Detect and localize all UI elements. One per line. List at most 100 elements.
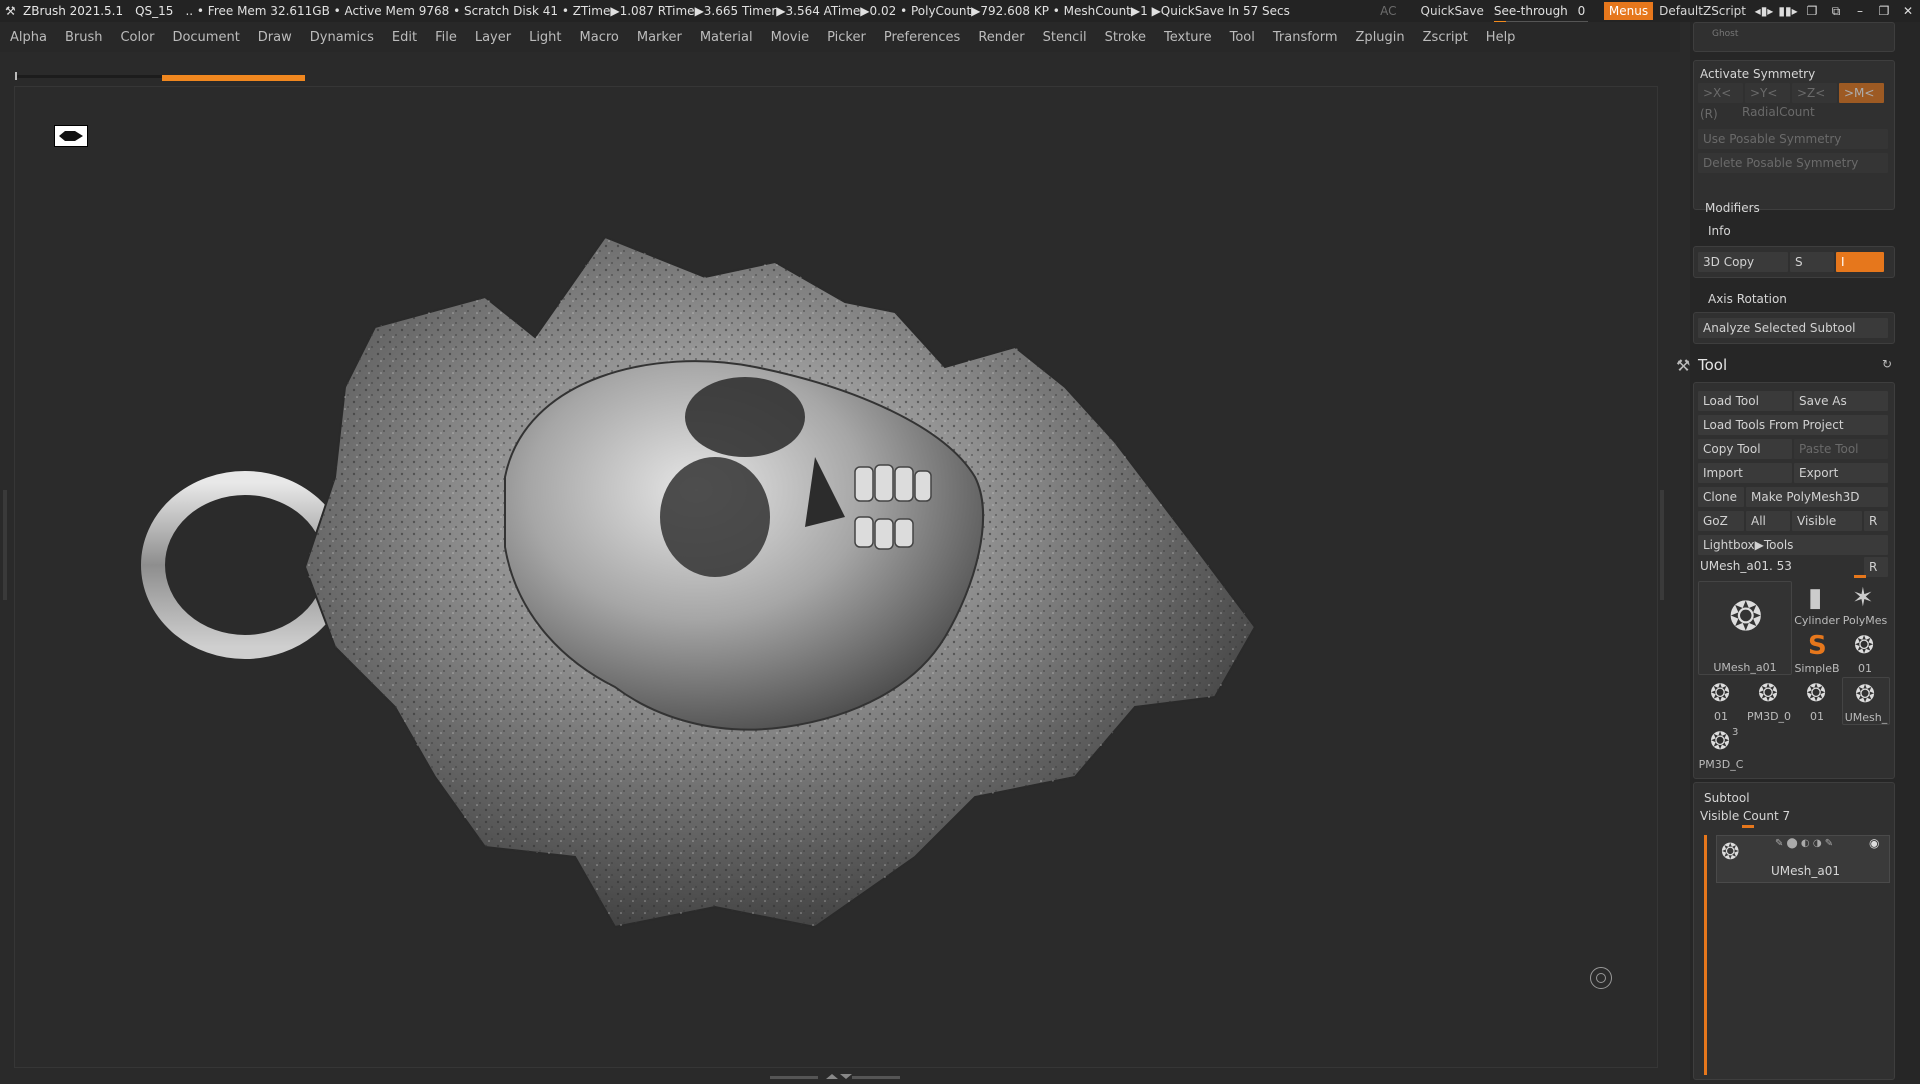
menu-document[interactable]: Document (172, 30, 239, 45)
subtool-options-icons[interactable]: ✎ ⬤ ◐ ◑ ✎ (1775, 838, 1833, 849)
menu-zplugin[interactable]: Zplugin (1356, 30, 1405, 45)
goz-all-button[interactable]: All (1746, 511, 1790, 531)
subtool-header[interactable]: Subtool (1704, 791, 1750, 805)
tool-thumb-pm3d-c-label: PM3D_C (1698, 758, 1744, 771)
tool-thumb-01[interactable]: ❂ 01 (1698, 677, 1744, 723)
tool-thumb-simpleb[interactable]: S SimpleB (1794, 629, 1840, 675)
default-zscript-button[interactable]: DefaultZScript (1659, 4, 1746, 18)
skull-pendant-thumb-icon: ❂ (1729, 594, 1763, 640)
tool-thumb-01b[interactable]: ❂ 01 (1794, 677, 1840, 723)
export-button[interactable]: Export (1794, 463, 1888, 483)
load-tool-button[interactable]: Load Tool (1698, 391, 1792, 411)
skull-pendant-model[interactable] (15, 87, 1657, 1067)
delete-posable-symmetry-button[interactable]: Delete Posable Symmetry (1698, 153, 1888, 173)
menu-dynamics[interactable]: Dynamics (310, 30, 374, 45)
document-canvas[interactable] (14, 86, 1658, 1068)
maximize-icon[interactable]: ❐ (1872, 4, 1896, 18)
menu-color[interactable]: Color (120, 30, 154, 45)
load-tools-from-project-button[interactable]: Load Tools From Project (1698, 415, 1888, 435)
menu-draw[interactable]: Draw (258, 30, 292, 45)
menu-macro[interactable]: Macro (580, 30, 619, 45)
tool-thumb-umesh-b[interactable]: ❂ UMesh_ (1842, 677, 1890, 725)
quicksave-button[interactable]: QuickSave (1421, 4, 1484, 18)
menu-alpha[interactable]: Alpha (10, 30, 47, 45)
title-bar: ⚒ ZBrush 2021.5.1 QS_15 .. • Free Mem 32… (0, 0, 1920, 22)
radial-count-slider[interactable]: RadialCount (1742, 105, 1815, 119)
tool-thumb-polymesh[interactable]: ✶ PolyMes (1842, 581, 1888, 627)
clone-button[interactable]: Clone (1698, 487, 1744, 507)
menu-render[interactable]: Render (978, 30, 1024, 45)
menu-transform[interactable]: Transform (1273, 30, 1338, 45)
tool-thumb-pm3d-c[interactable]: ❂ 3 PM3D_C (1698, 725, 1744, 771)
3d-copy-button[interactable]: 3D Copy (1698, 252, 1788, 272)
see-through-slider[interactable]: See-through 0 (1493, 4, 1588, 22)
menu-help[interactable]: Help (1486, 30, 1516, 45)
tool-thumb-umesh[interactable]: ❂ UMesh_a01 (1698, 581, 1792, 675)
goz-visible-button[interactable]: Visible (1792, 511, 1862, 531)
document-mode-icon[interactable] (54, 125, 88, 147)
tool-thumb-u1[interactable]: ❂ 01 (1842, 629, 1888, 675)
paste-tool-button[interactable]: Paste Tool (1794, 439, 1888, 459)
3d-copy-i-button[interactable]: I (1836, 252, 1884, 272)
activate-symmetry-button[interactable]: Activate Symmetry (1700, 67, 1815, 81)
menus-button[interactable]: Menus (1603, 2, 1654, 20)
menu-picker[interactable]: Picker (827, 30, 866, 45)
tool-pin-icon[interactable]: ⚒ (1676, 356, 1690, 375)
menu-brush[interactable]: Brush (65, 30, 103, 45)
make-polymesh3d-button[interactable]: Make PolyMesh3D (1746, 487, 1888, 507)
symmetry-m-button[interactable]: >M< (1839, 83, 1884, 103)
modifiers-header[interactable]: Modifiers (1705, 201, 1760, 215)
radial-r-toggle[interactable]: (R) (1700, 107, 1718, 121)
menu-material[interactable]: Material (700, 30, 753, 45)
menu-tool[interactable]: Tool (1230, 30, 1255, 45)
left-tray-handle[interactable] (3, 490, 7, 600)
tool-thumb-cylinder[interactable]: ▮ Cylinder (1794, 581, 1840, 627)
goz-button[interactable]: GoZ (1698, 511, 1744, 531)
save-as-button[interactable]: Save As (1794, 391, 1888, 411)
info-header[interactable]: Info (1708, 224, 1731, 238)
ac-button[interactable]: AC (1380, 4, 1396, 18)
use-posable-symmetry-button[interactable]: Use Posable Symmetry (1698, 129, 1888, 149)
menu-preferences[interactable]: Preferences (884, 30, 960, 45)
menu-stencil[interactable]: Stencil (1043, 30, 1087, 45)
bottom-tray-handle[interactable] (770, 1070, 900, 1079)
analyze-subtool-button[interactable]: Analyze Selected Subtool (1698, 318, 1888, 338)
tool-thumb-pm3d[interactable]: ❂ PM3D_0 (1746, 677, 1792, 723)
goz-r-button[interactable]: R (1864, 511, 1888, 531)
tool-section: Load Tool Save As Load Tools From Projec… (1693, 382, 1895, 779)
tool-palette-title[interactable]: Tool (1698, 356, 1727, 374)
menu-edit[interactable]: Edit (392, 30, 417, 45)
right-tray-handle[interactable] (1660, 490, 1664, 600)
menu-movie[interactable]: Movie (771, 30, 809, 45)
symmetry-x-button[interactable]: >X< (1698, 83, 1743, 103)
axis-rotation-header[interactable]: Axis Rotation (1708, 292, 1787, 306)
subtool-visibility-eye-icon[interactable]: ◉ (1869, 836, 1879, 850)
menu-file[interactable]: File (435, 30, 457, 45)
window-dock-icon[interactable]: ⧉ (1824, 4, 1848, 19)
interface-toggle-icon[interactable]: ▮▮▸ (1776, 4, 1800, 18)
symmetry-y-button[interactable]: >Y< (1745, 83, 1790, 103)
app-version: ZBrush 2021.5.1 (23, 4, 124, 18)
close-icon[interactable]: ✕ (1896, 4, 1920, 18)
3d-copy-s-button[interactable]: S (1790, 252, 1834, 272)
current-tool-slider[interactable]: UMesh_a01. 53 (1700, 559, 1792, 573)
subtool-item[interactable]: ❂ ✎ ⬤ ◐ ◑ ✎ ◉ UMesh_a01 (1716, 835, 1890, 883)
menu-zscript[interactable]: Zscript (1423, 30, 1468, 45)
window-swap-icon[interactable]: ❐ (1800, 4, 1824, 18)
tool-refresh-icon[interactable]: ↻ (1882, 357, 1892, 371)
copy-tool-button[interactable]: Copy Tool (1698, 439, 1792, 459)
visible-count-slider[interactable]: Visible Count 7 (1700, 809, 1790, 823)
import-button[interactable]: Import (1698, 463, 1792, 483)
navigation-gyro-icon[interactable] (1590, 967, 1612, 989)
menu-marker[interactable]: Marker (637, 30, 682, 45)
current-tool-r-button[interactable]: R (1864, 557, 1888, 577)
menu-light[interactable]: Light (529, 30, 561, 45)
minimize-icon[interactable]: – (1848, 4, 1872, 18)
menu-layer[interactable]: Layer (475, 30, 511, 45)
subtool-scrollbar[interactable] (1704, 835, 1707, 1075)
menu-stroke[interactable]: Stroke (1105, 30, 1146, 45)
symmetry-z-button[interactable]: >Z< (1792, 83, 1837, 103)
lightbox-tools-button[interactable]: Lightbox▶Tools (1698, 535, 1888, 555)
layout-toggle-icon[interactable]: ◂▮▸ (1752, 4, 1776, 18)
menu-texture[interactable]: Texture (1164, 30, 1212, 45)
